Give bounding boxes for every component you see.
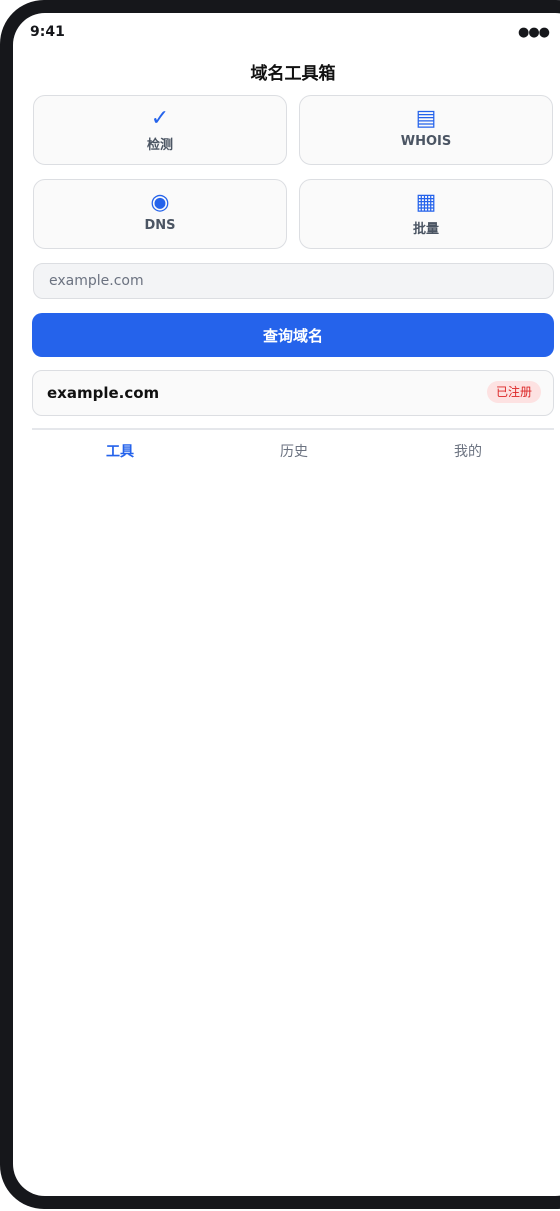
- tab-profile[interactable]: 我的: [381, 441, 555, 461]
- tab-history[interactable]: 历史: [207, 441, 381, 461]
- domain-search-input[interactable]: [33, 263, 554, 299]
- tool-tile-whois[interactable]: ▤ WHOIS: [299, 95, 553, 165]
- status-indicator-icon: ●●●: [518, 25, 550, 40]
- tool-tile-label: 批量: [412, 222, 439, 237]
- tool-tile-label: DNS: [144, 218, 176, 233]
- dns-icon: ◉: [150, 190, 170, 215]
- status-time: 9:41: [30, 24, 65, 40]
- result-card[interactable]: example.com 已注册: [32, 370, 554, 416]
- query-domain-button[interactable]: 查询域名: [32, 313, 554, 357]
- tool-tile-label: WHOIS: [400, 134, 452, 149]
- tool-tile-check[interactable]: ✓ 检测: [33, 95, 287, 165]
- status-badge: 已注册: [486, 381, 541, 403]
- phone-device: 9:41 ●●● 域名工具箱 ✓ 检测 ▤ WHOIS ◉ DNS ▦ 批量 查…: [0, 0, 560, 1211]
- app-screen: 9:41 ●●● 域名工具箱 ✓ 检测 ▤ WHOIS ◉ DNS ▦ 批量 查…: [13, 13, 560, 1196]
- tab-bar-divider: [32, 428, 554, 430]
- tool-tile-dns[interactable]: ◉ DNS: [33, 179, 287, 249]
- grid-icon: ▦: [415, 190, 437, 215]
- page-title: 域名工具箱: [250, 64, 336, 84]
- tool-tile-label: 检测: [146, 138, 173, 153]
- document-icon: ▤: [415, 106, 437, 131]
- result-domain: example.com: [47, 384, 160, 402]
- check-icon: ✓: [150, 106, 170, 131]
- tool-tile-batch[interactable]: ▦ 批量: [299, 179, 553, 249]
- tab-tools[interactable]: 工具: [33, 441, 207, 461]
